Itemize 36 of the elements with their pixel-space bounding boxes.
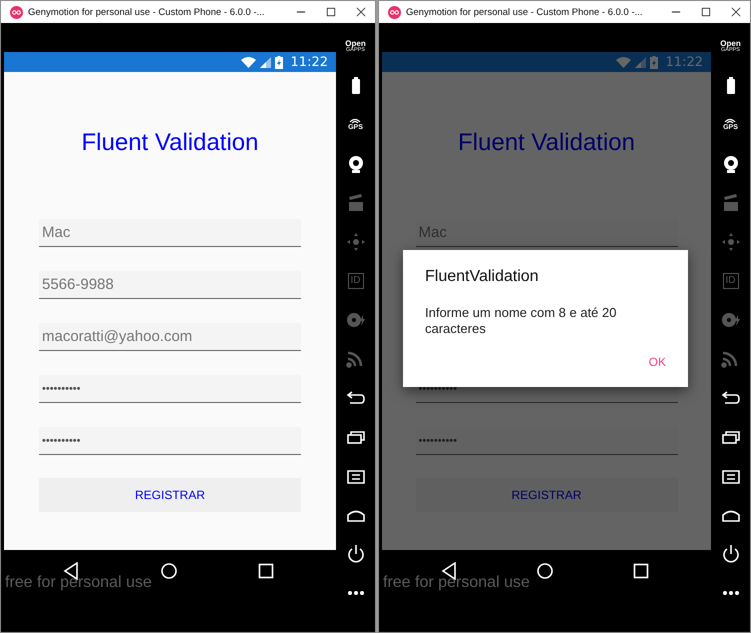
app-logo-icon (10, 6, 23, 18)
clock: 11:22 (290, 54, 328, 70)
clock: 11:22 (666, 54, 703, 70)
home-icon[interactable] (160, 562, 176, 580)
back-arrow-icon[interactable] (720, 388, 740, 406)
wifi-icon (724, 118, 736, 124)
window-title: Genymotion for personal use - Custom Phone - 6.0.0 -... (28, 6, 265, 18)
cell-signal-icon (634, 56, 646, 68)
wifi-icon (616, 56, 631, 68)
ok-button[interactable]: OK (642, 354, 672, 370)
dialog-title: FluentValidation (425, 268, 540, 286)
register-button[interactable]: REGISTRAR (39, 478, 301, 512)
back-arrow-icon[interactable] (346, 388, 366, 406)
register-button[interactable]: REGISTRAR (416, 478, 678, 512)
license-overlay-text: free for personal use (383, 574, 530, 592)
input-field[interactable]: macoratti@yahoo.com (39, 323, 301, 351)
battery-charging-icon (274, 56, 283, 68)
dialog-message: Informe um nome com 8 e até 20 caracteres (425, 305, 618, 337)
app-heading: Fluent Validation (458, 128, 635, 158)
license-overlay-text: free for personal use (5, 574, 152, 592)
home-icon[interactable] (537, 562, 553, 580)
recent-apps-icon[interactable] (633, 562, 649, 580)
window-title: Genymotion for personal use - Custom Phone - 6.0.0 -... (406, 6, 643, 18)
input-field[interactable]: Mac (39, 219, 301, 247)
battery-charging-icon (650, 56, 658, 68)
password-field[interactable]: •••••••••• (39, 375, 301, 403)
password-field[interactable]: •••••••••• (39, 427, 301, 455)
app-logo-icon (388, 6, 401, 18)
cell-signal-icon (260, 56, 271, 68)
recent-apps-icon[interactable] (258, 562, 274, 580)
wifi-icon (240, 56, 256, 68)
power-icon[interactable] (346, 544, 366, 562)
power-icon[interactable] (720, 544, 740, 562)
input-field[interactable]: 5566-9988 (39, 271, 301, 299)
app-heading: Fluent Validation (82, 128, 258, 158)
wifi-icon (349, 118, 362, 124)
